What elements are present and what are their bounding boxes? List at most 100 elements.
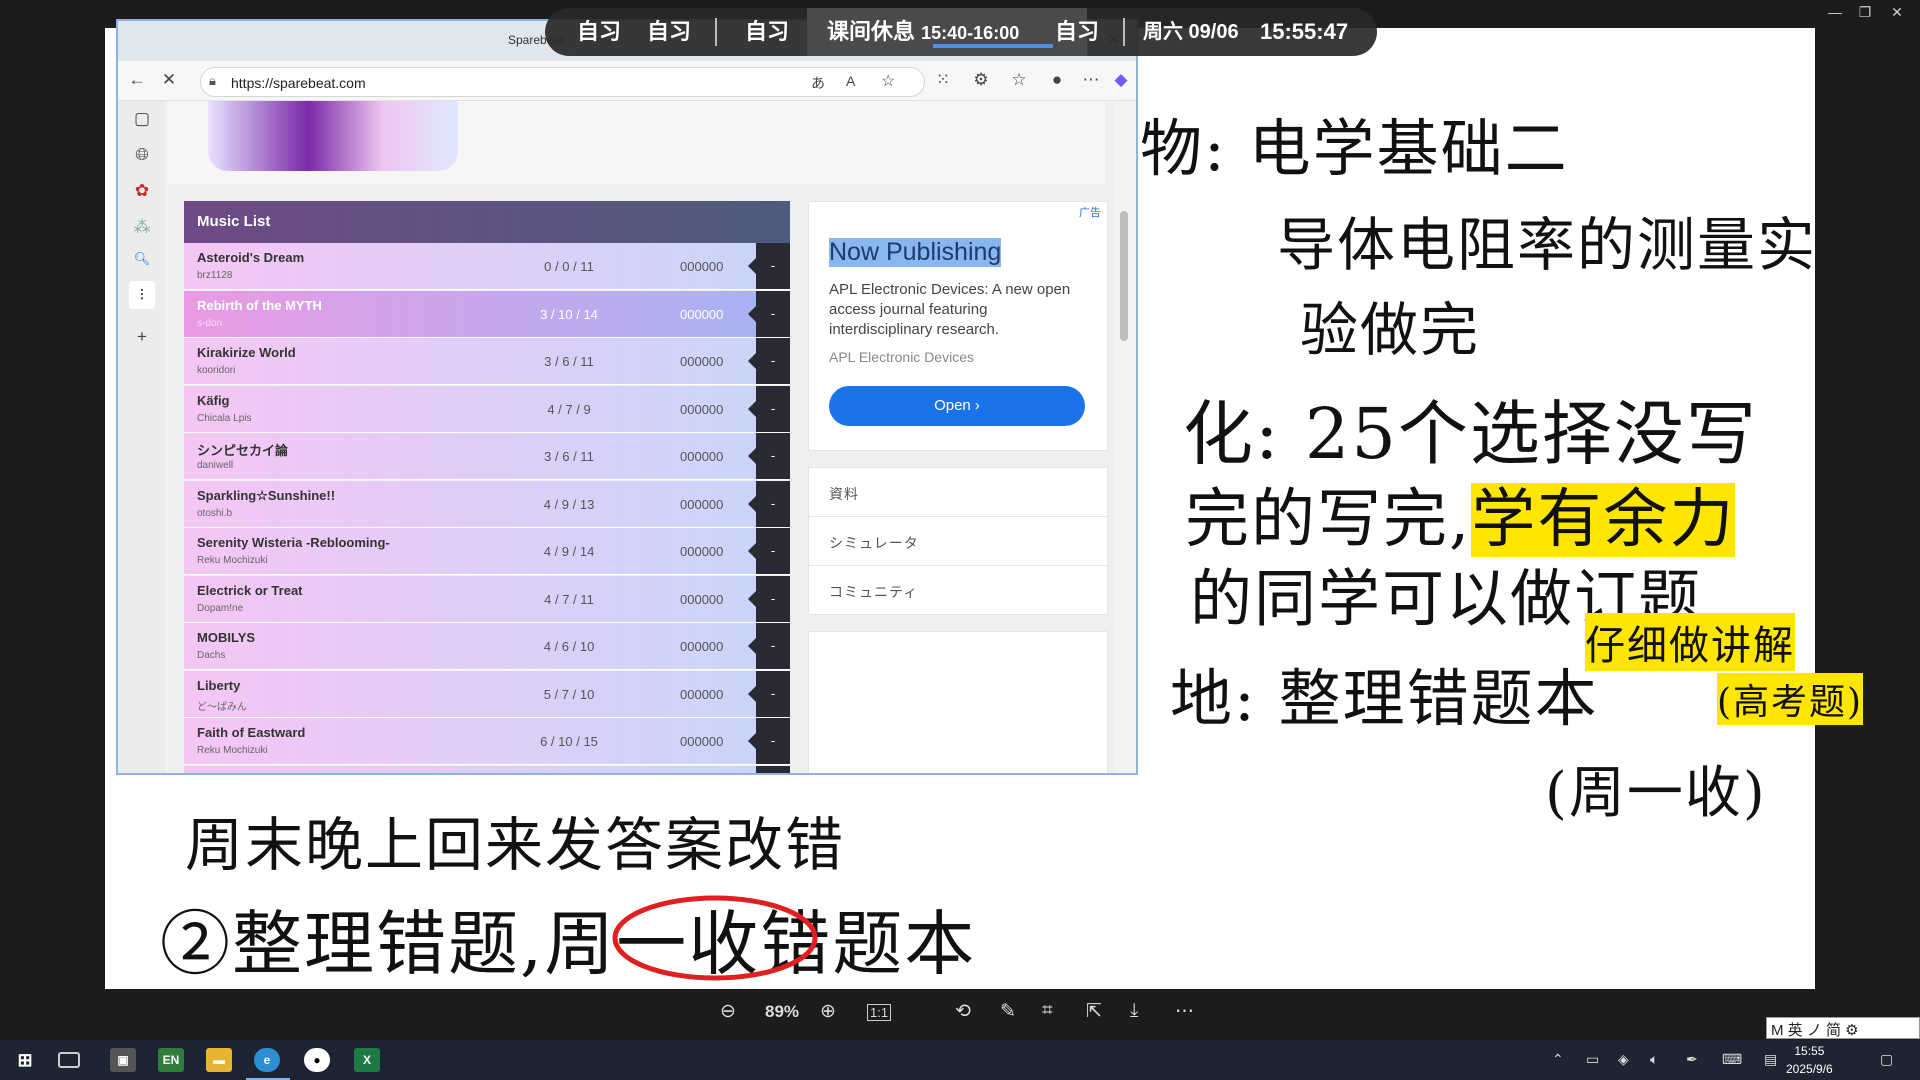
puzzle-icon[interactable]: ⚙ xyxy=(968,70,994,90)
text-recognize-icon[interactable]: ⌗ xyxy=(1042,1000,1053,1022)
note-weekend: 周末晚上回来发答案改错 xyxy=(185,811,846,879)
music-row[interactable]: Trey4 / 9 / 11000000- xyxy=(184,765,790,773)
edge-icon[interactable]: e xyxy=(254,1048,280,1072)
date-label: 周六 09/06 xyxy=(1143,21,1239,43)
music-row[interactable]: Asteroid's Dream brz1128 0 / 0 / 11 000000 - xyxy=(184,243,790,290)
music-row[interactable]: Kirakirize World kooridori 3 / 6 / 11 00000… xyxy=(184,338,790,385)
zoom-in-icon[interactable]: ⊕ xyxy=(820,1000,836,1023)
tablet-icon[interactable]: ▤ xyxy=(1764,1051,1777,1068)
song-artist: Dopam!ne xyxy=(197,602,244,614)
music-row[interactable]: Serenity Wisteria -Reblooming- Reku Mochi… xyxy=(184,528,790,575)
menu-item-simulator[interactable]: シミュレータ xyxy=(809,517,1107,566)
profile-icon[interactable]: ● xyxy=(1044,70,1070,90)
ad-headline[interactable]: Now Publishing xyxy=(829,238,1002,267)
empty-panel xyxy=(808,631,1108,773)
song-rank: - xyxy=(748,718,790,764)
favorite-star-icon[interactable]: ☆ xyxy=(881,71,895,91)
zoom-out-icon[interactable]: ⊖ xyxy=(720,1000,736,1023)
stop-icon[interactable]: ✕ xyxy=(156,70,182,90)
song-levels: 4 / 7 / 9 xyxy=(547,401,591,417)
music-list-title: Music List xyxy=(184,201,790,243)
search-icon[interactable]: 🔍︎ xyxy=(129,251,155,267)
song-artist: ど〜ぱみん xyxy=(197,701,247,713)
app-icon-1[interactable]: ▣ xyxy=(110,1048,136,1072)
menu-item-community[interactable]: コミュニティ xyxy=(809,566,1107,615)
scrollbar-thumb[interactable] xyxy=(1120,211,1128,341)
app-icon-en[interactable]: EN xyxy=(158,1048,184,1072)
actual-size-icon[interactable]: 1:1 xyxy=(867,1004,892,1021)
song-score: 000000 xyxy=(680,401,724,417)
folder-icon[interactable]: ▬ xyxy=(206,1048,232,1072)
song-title: Kirakirize World xyxy=(197,345,296,360)
song-score: 000000 xyxy=(680,306,724,322)
add-icon[interactable]: + xyxy=(129,327,155,347)
music-row[interactable]: Electrick or Treat Dopam!ne 4 / 7 / 11 0000… xyxy=(184,575,790,623)
globe-icon[interactable]: 🌐︎ xyxy=(129,145,155,165)
song-score: 000000 xyxy=(680,686,724,702)
download-icon[interactable]: ⤓ xyxy=(1130,1000,1138,1022)
song-score: 000000 xyxy=(680,496,724,512)
song-title: Faith of Eastward xyxy=(197,725,306,740)
pen-menu-icon[interactable]: ✒ xyxy=(1686,1051,1698,1068)
copilot-icon[interactable]: ◆ xyxy=(1108,70,1134,90)
task-view-icon[interactable] xyxy=(58,1052,80,1068)
excel-icon[interactable]: X xyxy=(354,1048,380,1072)
ad-tag[interactable]: 广告 xyxy=(1079,204,1101,220)
start-icon[interactable]: ⊞ xyxy=(12,1048,38,1072)
music-row[interactable]: Liberty ど〜ぱみん 5 / 7 / 10 000000 - xyxy=(184,670,790,718)
ad-panel[interactable]: 广告 Now Publishing APL Electronic Devices… xyxy=(808,201,1108,451)
share-icon[interactable]: ⇱ xyxy=(1086,1000,1102,1023)
network-icon[interactable]: ▭ xyxy=(1586,1051,1599,1068)
qq-icon[interactable]: ● xyxy=(304,1048,330,1072)
scrollbar[interactable] xyxy=(1114,101,1134,773)
shield-icon[interactable]: ◈ xyxy=(1618,1051,1629,1068)
restore-icon[interactable]: ❐ xyxy=(1850,4,1880,21)
back-icon[interactable]: ← xyxy=(124,70,150,90)
sparebeat-tab-icon[interactable]: ⁝ xyxy=(129,281,155,309)
browser-sidebar: ▢ 🌐︎ ✿ ⁂ 🔍︎ ⁝ + xyxy=(118,101,166,773)
music-row[interactable]: Faith of Eastward Reku Mochizuki 6 / 10 / … xyxy=(184,718,790,765)
more-icon[interactable]: ⋯ xyxy=(1078,70,1104,90)
read-aloud-icon[interactable]: A xyxy=(846,73,855,89)
notification-icon[interactable]: ▢ xyxy=(1880,1051,1893,1068)
keyboard-icon[interactable]: ⌨ xyxy=(1722,1051,1742,1068)
extension-icon[interactable]: ⁙ xyxy=(930,70,956,90)
url-field[interactable]: 🔒︎ https://sparebeat.com あ A ☆ xyxy=(200,67,925,97)
ad-open-button[interactable]: Open › xyxy=(829,386,1085,426)
music-row[interactable]: シンピセカイ論 daniwell 3 / 6 / 11 000000 - xyxy=(184,433,790,480)
time-label: 15:55:47 xyxy=(1260,19,1349,44)
translate-icon[interactable]: あ xyxy=(811,73,825,93)
music-row[interactable]: Rebirth of the MYTH s-don 3 / 10 / 14 00000… xyxy=(184,290,790,338)
song-rank: - xyxy=(756,765,790,773)
tabs-icon[interactable]: ▢ xyxy=(129,109,155,129)
rotate-icon[interactable]: ⟲ xyxy=(955,1000,971,1023)
tray-chevron-icon[interactable]: ⌃ xyxy=(1552,1051,1564,1068)
menu-item-docs[interactable]: 資料 xyxy=(809,468,1107,517)
note-wrong-book: ②整理错题,周一收错题本 xyxy=(160,903,977,985)
app-icon[interactable]: ✿ xyxy=(129,181,155,201)
minimize-icon[interactable]: — xyxy=(1820,4,1850,20)
app2-icon[interactable]: ⁂ xyxy=(129,217,155,237)
pen-icon[interactable]: ✎ xyxy=(1000,1000,1016,1023)
music-row[interactable]: Sparkling☆Sunshine!! otoshi.b 4 / 9 / 13 00… xyxy=(184,480,790,528)
more-tools-icon[interactable]: ⋯ xyxy=(1175,1000,1194,1023)
song-score: 000000 xyxy=(680,639,724,654)
song-artist: brz1128 xyxy=(197,270,233,281)
note-geography: 地: 整理错题本 xyxy=(1170,662,1599,735)
favorites-icon[interactable]: ☆ xyxy=(1006,70,1032,90)
ime-bar[interactable]: M 英 ノ 简 ⚙ xyxy=(1766,1017,1920,1039)
song-levels: 5 / 7 / 10 xyxy=(543,686,595,702)
page-content: Music List Asteroid's Dream brz1128 0 / 0 … xyxy=(168,101,1114,773)
taskbar-clock[interactable]: 15:55 2025/9/6 xyxy=(1786,1042,1833,1078)
music-row[interactable]: MOBILYS Dachs 4 / 6 / 10 000000 - xyxy=(184,623,790,670)
close-icon[interactable]: ✕ xyxy=(1882,4,1912,21)
music-row[interactable]: Käfig Chicala Lpis 4 / 7 / 9 000000 - xyxy=(184,385,790,433)
song-levels: 4 / 7 / 11 xyxy=(544,591,594,607)
taskbar: ⊞ ▣ EN ▬ e ● X ⌃ ▭ ◈ 🔈︎ ✒ ⌨ ▤ 15:55 2025/… xyxy=(0,1040,1920,1080)
song-artist: kooridori xyxy=(197,365,236,376)
volume-icon[interactable]: 🔈︎ xyxy=(1650,1051,1658,1068)
note-physics-3: 验做完 xyxy=(1300,296,1481,364)
song-score: 000000 xyxy=(680,544,724,559)
song-title: MOBILYS xyxy=(197,630,256,645)
song-rank: - xyxy=(748,528,790,574)
